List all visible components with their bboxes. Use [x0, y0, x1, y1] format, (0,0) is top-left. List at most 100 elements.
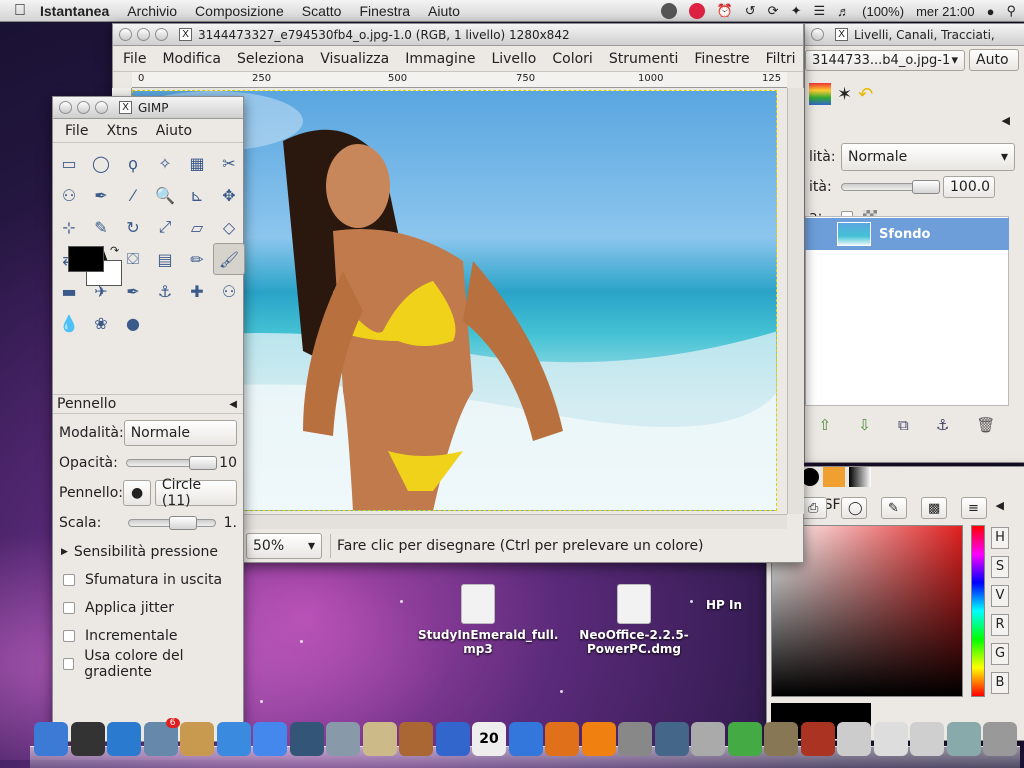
print-color-icon[interactable]: ⎙ [801, 497, 827, 519]
rotate-icon[interactable]: ↻ [117, 211, 149, 243]
window-minimize-button[interactable] [77, 101, 90, 114]
layer-opacity-value[interactable]: 100.0 [943, 176, 995, 198]
zoom-icon[interactable]: 🔍 [149, 179, 181, 211]
measure-icon[interactable]: ⊾ [181, 179, 213, 211]
crossover-icon[interactable] [800, 722, 835, 756]
rect-select-icon[interactable]: ▭ [53, 147, 85, 179]
duplicate-layer-icon[interactable]: ⧉ [898, 416, 909, 434]
menu-livello[interactable]: Livello [491, 51, 536, 67]
layer-mode-combo[interactable]: Normale ▾ [841, 143, 1015, 171]
time-machine-icon[interactable]: ↺ [745, 3, 756, 19]
channel-b[interactable]: B [991, 672, 1009, 694]
menu-archivio[interactable]: Archivio [127, 3, 177, 19]
undo-tab-icon[interactable]: ↶ [858, 84, 873, 105]
menu-file[interactable]: File [123, 51, 146, 67]
blend-icon[interactable]: ▤ [149, 243, 181, 275]
garageband-icon[interactable] [399, 722, 433, 756]
channel-h[interactable]: H [991, 527, 1009, 549]
layer-row[interactable]: Sfondo [805, 218, 1009, 250]
channel-v[interactable]: V [991, 585, 1009, 607]
vertical-scrollbar[interactable] [787, 88, 804, 514]
window-close-button[interactable] [119, 28, 132, 41]
window-close-button[interactable] [811, 28, 824, 41]
channel-s[interactable]: S [991, 556, 1009, 578]
move-icon[interactable]: ✥ [213, 179, 245, 211]
perspective-icon[interactable]: ◇ [213, 211, 245, 243]
foreground-select-icon[interactable]: ⚇ [53, 179, 85, 211]
check-jitter[interactable]: Applica jitter [53, 594, 243, 622]
lower-layer-icon[interactable]: ⇩ [858, 416, 871, 434]
desktop-icon-mp3[interactable]: StudyInEmerald_full. mp3 [418, 584, 558, 656]
paint-mode-combo[interactable]: Normale [123, 420, 237, 446]
desktop-icon-dmg[interactable]: NeoOffice-2.2.5- PowerPC.dmg [574, 584, 694, 656]
anchor-layer-icon[interactable]: ⚓ [936, 416, 949, 434]
options-tab-menu-icon[interactable]: ◀ [229, 399, 237, 410]
shear-icon[interactable]: ▱ [181, 211, 213, 243]
menu-modifica[interactable]: Modifica [162, 51, 221, 67]
camera-icon[interactable] [691, 722, 725, 756]
downloads-icon[interactable] [946, 722, 981, 756]
finder-icon[interactable] [34, 722, 68, 756]
channel-r[interactable]: R [991, 614, 1009, 636]
lasso-icon[interactable]: ϙ [117, 147, 149, 179]
pencil-icon[interactable]: ✏ [181, 243, 213, 275]
color-picker-icon[interactable]: ⁄ [117, 179, 149, 211]
menu-strumenti[interactable]: Strumenti [609, 51, 679, 67]
window-zoom-button[interactable] [155, 28, 168, 41]
menu-aiuto[interactable]: Aiuto [156, 123, 192, 139]
window-minimize-button[interactable] [137, 28, 150, 41]
fuzzy-select-icon[interactable]: ✧ [149, 147, 181, 179]
volume-icon[interactable]: ♬ [837, 4, 850, 19]
tray-app-icon[interactable] [660, 3, 677, 19]
pattern-swatch-icon[interactable] [849, 467, 871, 487]
menu-file[interactable]: File [65, 123, 88, 139]
opacity-value[interactable]: 10 [219, 455, 237, 471]
swap-colors-icon[interactable]: ↷ [110, 244, 119, 257]
menu-colori[interactable]: Colori [552, 51, 592, 67]
trash-icon[interactable] [983, 722, 1017, 756]
smudge-icon[interactable]: ❀ [85, 307, 117, 339]
spotlight-icon[interactable]: ⚲ [1006, 3, 1016, 19]
window-close-button[interactable] [59, 101, 72, 114]
ellipse-select-icon[interactable]: ◯ [85, 147, 117, 179]
preview-icon[interactable] [362, 722, 397, 756]
scale-value[interactable]: 1. [224, 515, 237, 531]
safari-icon[interactable] [107, 722, 141, 756]
layers-tab-menu-icon[interactable]: ◀ [805, 114, 1024, 138]
bluetooth-icon[interactable]: ✦ [791, 3, 802, 19]
scales-icon[interactable]: ≡ [961, 497, 987, 519]
check-incremental[interactable]: Incrementale [53, 622, 243, 650]
address-book-icon[interactable] [180, 722, 214, 756]
dvd-player-icon[interactable] [435, 722, 470, 756]
time-machine-icon[interactable] [654, 722, 689, 756]
horizontal-ruler[interactable]: 0 250 500 750 1000 125 [132, 72, 787, 88]
brush-preview[interactable]: ● [123, 480, 151, 506]
menu-finestre[interactable]: Finestre [694, 51, 749, 67]
menu-aiuto[interactable]: Aiuto [428, 3, 460, 19]
hue-strip[interactable] [971, 525, 985, 697]
fg-bg-colors[interactable]: ↷ [68, 244, 124, 290]
paths-tab-icon[interactable]: ✶ [837, 84, 852, 105]
app-menu[interactable]: Istantanea [40, 3, 109, 19]
perspective-clone-icon[interactable]: ⚇ [213, 275, 245, 307]
clone-icon[interactable]: ⚓ [149, 275, 181, 307]
foreground-color[interactable] [68, 246, 104, 272]
paintbrush-icon[interactable]: 🖌 [213, 243, 245, 275]
raise-layer-icon[interactable]: ⇧ [819, 416, 832, 434]
imovie-icon[interactable] [289, 722, 324, 756]
delete-layer-icon[interactable]: 🗑 [976, 416, 995, 434]
x11-icon[interactable] [837, 722, 871, 756]
menu-finestra[interactable]: Finestra [359, 3, 410, 19]
quicktime-icon[interactable] [508, 722, 543, 756]
wifi-icon[interactable]: ☰ [813, 3, 825, 19]
crop-icon[interactable]: ✎ [85, 211, 117, 243]
menu-filtri[interactable]: Filtri [766, 51, 796, 67]
alarm-icon[interactable]: ⏰ [717, 3, 733, 19]
ical-icon[interactable]: 20 [472, 722, 506, 756]
user-icon[interactable]: ● [987, 4, 995, 19]
channel-g[interactable]: G [991, 643, 1009, 665]
layer-opacity-slider[interactable] [841, 180, 940, 194]
desktop-icon-hp[interactable]: HP In [706, 598, 766, 612]
check-fade-out[interactable]: Sfumatura in uscita [53, 566, 243, 594]
dodge-burn-icon[interactable]: ● [117, 307, 149, 339]
